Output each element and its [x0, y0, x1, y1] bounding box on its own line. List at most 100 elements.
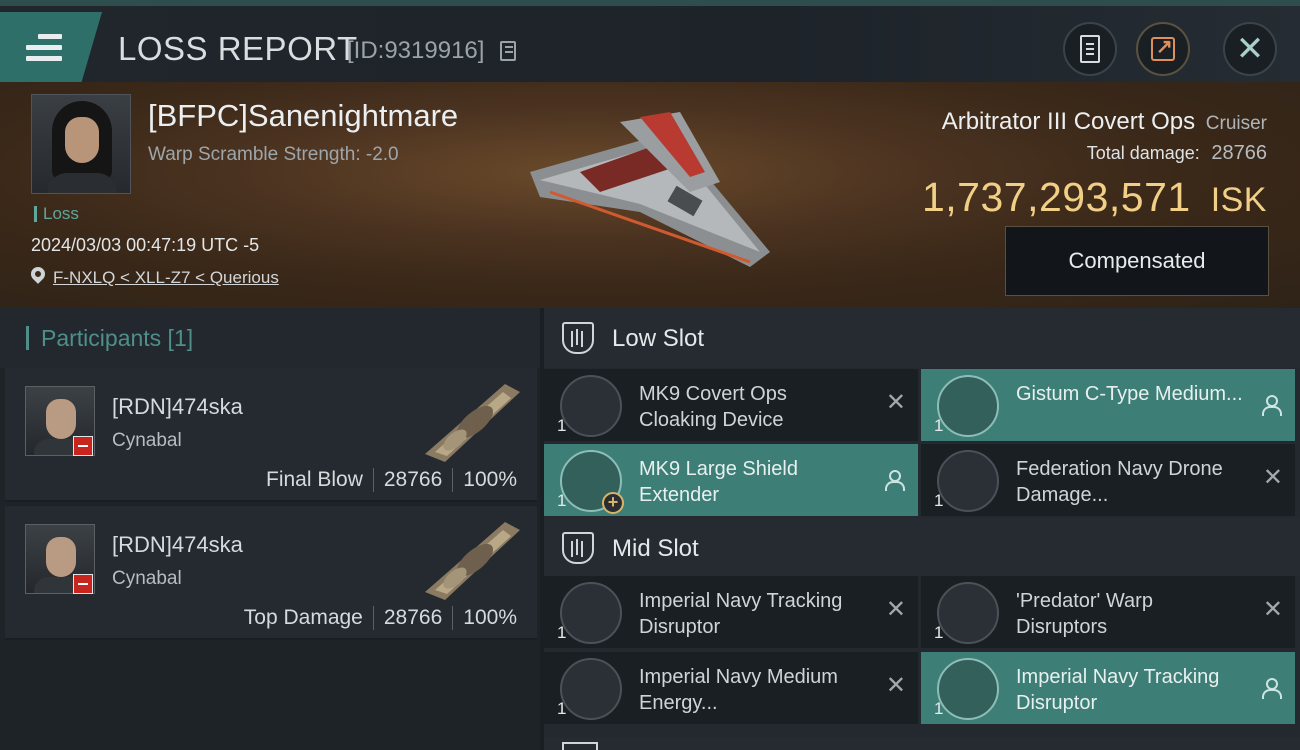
- low-slot-header: Low Slot: [544, 308, 1300, 368]
- total-damage-label: Total damage:: [1086, 143, 1200, 163]
- drone-damage-icon: [937, 450, 999, 512]
- attacker-percent: 100%: [452, 606, 527, 630]
- clipboard-button[interactable]: [1063, 22, 1117, 76]
- module-quantity: 1: [557, 623, 567, 642]
- module-name: Imperial Navy Tracking Disruptor: [639, 590, 843, 638]
- module-quantity: 1: [934, 491, 944, 510]
- next-slot-header: [544, 738, 1300, 750]
- module-item[interactable]: 1 MK9 Covert Ops Cloaking Device ✕: [544, 369, 918, 441]
- negative-standing-icon: [73, 436, 93, 456]
- low-slot-icon: [562, 322, 594, 354]
- attacker-percent: 100%: [452, 468, 527, 492]
- victim-pilot-name[interactable]: [BFPC]Sanenightmare: [148, 98, 458, 134]
- attacker-ship-image: [425, 384, 520, 462]
- nanofiber-module-icon: [937, 375, 999, 437]
- clipboard-icon: [1080, 35, 1100, 63]
- attacker-damage: 28766: [372, 606, 452, 630]
- dropped-person-icon: [884, 470, 905, 491]
- page-title: LOSS REPORT: [118, 30, 358, 67]
- mid-slot-header: Mid Slot: [544, 518, 1300, 576]
- module-name: MK9 Covert Ops Cloaking Device: [639, 383, 787, 431]
- total-damage: Total damage: 28766: [1087, 142, 1267, 165]
- plus-badge-icon: +: [602, 492, 624, 514]
- participants-panel: Participants [1] [RDN]474ska Cynabal Fin…: [0, 308, 540, 750]
- attacker-role: Top Damage: [243, 606, 363, 629]
- participant-row[interactable]: [RDN]474ska Cynabal Final Blow 28766 100…: [5, 368, 537, 502]
- location-link[interactable]: F-NXLQ < XLL-Z7 < Querious: [53, 268, 279, 288]
- shield-extender-icon: +: [560, 450, 624, 514]
- module-item[interactable]: 1 Imperial Navy Tracking Disruptor: [921, 652, 1295, 724]
- tracking-disruptor-icon: [560, 582, 622, 644]
- negative-standing-icon: [73, 574, 93, 594]
- attacker-damage: 28766: [372, 468, 452, 492]
- victim-ship-image[interactable]: [520, 102, 780, 282]
- ship-type-name: Arbitrator III Covert Ops: [941, 108, 1196, 135]
- isk-amount: 1,737,293,571: [921, 174, 1191, 220]
- warp-disruptor-icon: [937, 582, 999, 644]
- total-damage-value: 28766: [1211, 142, 1267, 164]
- module-item[interactable]: 1 Imperial Navy Medium Energy... ✕: [544, 652, 918, 724]
- attacker-ship: Cynabal: [112, 568, 182, 589]
- module-item[interactable]: 1 'Predator' Warp Disruptors ✕: [921, 576, 1295, 648]
- module-name: Imperial Navy Medium Energy...: [639, 666, 838, 714]
- module-item[interactable]: 1 Gistum C-Type Medium...: [921, 369, 1295, 441]
- isk-value: 1,737,293,571 ISK: [922, 174, 1267, 221]
- victim-summary: [BFPC]Sanenightmare Warp Scramble Streng…: [0, 82, 1300, 308]
- share-icon: [1151, 34, 1175, 61]
- dropped-person-icon: [1261, 678, 1282, 699]
- victim-ship-name[interactable]: Arbitrator III Covert Ops Cruiser: [942, 108, 1267, 136]
- loss-status-tag: Loss: [34, 205, 79, 222]
- module-quantity: 1: [557, 699, 567, 718]
- cloaking-device-icon: [560, 375, 622, 437]
- fitting-panel: Low Slot 1 MK9 Covert Ops Cloaking Devic…: [544, 308, 1300, 750]
- destroyed-icon: ✕: [885, 389, 906, 416]
- attacker-name: [RDN]474ska: [112, 394, 243, 419]
- attacker-role: Final Blow: [266, 468, 363, 491]
- module-item[interactable]: 1 Federation Navy Drone Damage... ✕: [921, 444, 1295, 516]
- attacker-ship-image: [425, 522, 520, 600]
- participant-row[interactable]: [RDN]474ska Cynabal Top Damage 28766 100…: [5, 506, 537, 640]
- module-name: 'Predator' Warp Disruptors: [1016, 590, 1153, 638]
- ship-class: Cruiser: [1205, 113, 1267, 134]
- copy-icon[interactable]: [500, 41, 516, 61]
- menu-icon: [26, 34, 62, 62]
- destroyed-icon: ✕: [1262, 464, 1283, 491]
- report-id: [ID:9319916]: [347, 37, 485, 64]
- close-button[interactable]: ✕: [1223, 22, 1277, 76]
- low-slot-title: Low Slot: [612, 325, 705, 352]
- destroyed-icon: ✕: [885, 672, 906, 699]
- participants-header: Participants [1]: [0, 308, 540, 368]
- compensated-button[interactable]: Compensated: [1005, 226, 1269, 296]
- attacker-ship: Cynabal: [112, 430, 182, 451]
- module-item[interactable]: + 1 MK9 Large Shield Extender: [544, 444, 918, 516]
- location-pin-icon: [28, 264, 48, 284]
- dropped-person-icon: [1261, 395, 1282, 416]
- participants-title: Participants [1]: [26, 326, 193, 350]
- attacker-stats: Final Blow 28766 100%: [256, 468, 527, 492]
- kill-datetime: 2024/03/03 00:47:19 UTC -5: [31, 235, 260, 255]
- attacker-name: [RDN]474ska: [112, 532, 243, 557]
- share-button[interactable]: [1136, 22, 1190, 76]
- module-name: Federation Navy Drone Damage...: [1016, 458, 1223, 506]
- isk-unit: ISK: [1210, 181, 1267, 219]
- destroyed-icon: ✕: [1262, 596, 1283, 623]
- menu-button[interactable]: [0, 12, 102, 82]
- top-bar: LOSS REPORT [ID:9319916] ✕: [0, 0, 1300, 82]
- module-quantity: 1: [934, 699, 944, 718]
- attacker-stats: Top Damage 28766 100%: [234, 606, 527, 630]
- victim-portrait[interactable]: [31, 94, 131, 194]
- destroyed-icon: ✕: [885, 596, 906, 623]
- close-icon: ✕: [1235, 30, 1265, 68]
- module-name: MK9 Large Shield Extender: [639, 458, 798, 506]
- mid-slot-icon: [562, 532, 594, 564]
- module-name: Imperial Navy Tracking Disruptor: [1016, 666, 1220, 714]
- module-item[interactable]: 1 Imperial Navy Tracking Disruptor ✕: [544, 576, 918, 648]
- module-quantity: 1: [934, 623, 944, 642]
- tracking-disruptor-icon: [937, 658, 999, 720]
- mid-slot-title: Mid Slot: [612, 535, 699, 562]
- module-name: Gistum C-Type Medium...: [1016, 383, 1243, 405]
- energy-neutralizer-icon: [560, 658, 622, 720]
- module-quantity: 1: [557, 491, 567, 510]
- module-quantity: 1: [934, 416, 944, 435]
- warp-scramble-strength: Warp Scramble Strength: -2.0: [148, 144, 399, 165]
